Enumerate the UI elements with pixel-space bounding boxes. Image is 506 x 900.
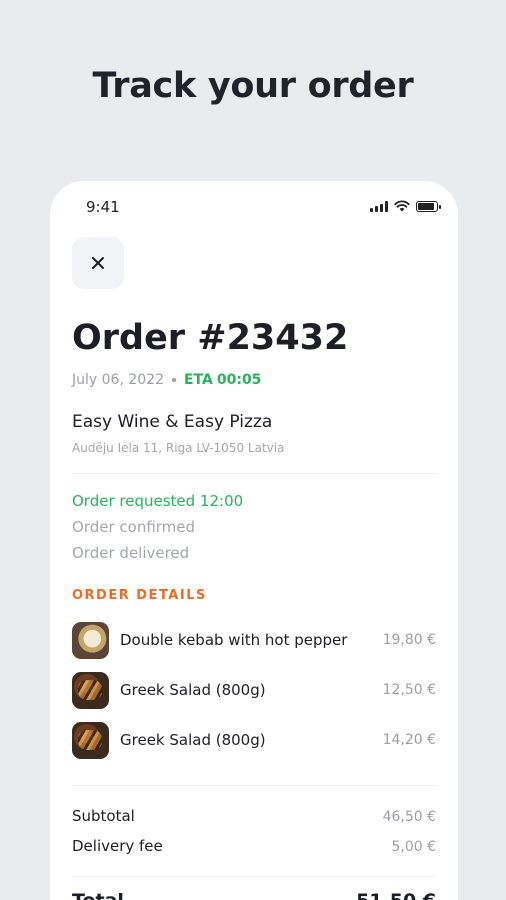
status-icons (370, 200, 441, 212)
status-step-requested: Order requested 12:00 (72, 492, 244, 510)
close-icon (92, 257, 104, 269)
eta-label: ETA (183, 372, 213, 388)
order-eta: ETA 00:05 (184, 372, 261, 388)
battery-icon (416, 200, 441, 212)
order-item[interactable]: Double kebab with hot pepper 19,80 € (72, 621, 436, 659)
item-name: Double kebab with hot pepper (120, 631, 348, 649)
subtotal-value: 46,50 € (382, 809, 436, 825)
order-title: Order #23432 (72, 318, 349, 358)
restaurant-name: Easy Wine & Easy Pizza (72, 412, 273, 432)
wifi-icon (394, 200, 410, 212)
delivery-fee-row: Delivery fee 5,00 € (72, 837, 436, 855)
total-row: Total 51,50 € (72, 890, 436, 900)
eta-time: 00:05 (216, 372, 262, 388)
order-details-label: ORDER DETAILS (72, 588, 207, 603)
order-meta: July 06, 2022 ETA 00:05 (72, 372, 261, 388)
phone-screen: 9:41 Order #23432 July 06, 2022 ETA 00:0… (50, 181, 458, 900)
divider (72, 785, 436, 786)
total-label: Total (72, 890, 124, 900)
status-time: 9:41 (86, 198, 120, 216)
item-name: Greek Salad (800g) (120, 681, 266, 699)
subtotal-row: Subtotal 46,50 € (72, 807, 436, 825)
item-price: 12,50 € (382, 682, 436, 698)
salad-thumbnail (72, 671, 109, 709)
subtotal-label: Subtotal (72, 807, 135, 825)
separator-dot (171, 378, 176, 382)
kebab-thumbnail (72, 621, 109, 659)
order-item[interactable]: Greek Salad (800g) 14,20 € (72, 721, 436, 759)
page-headline: Track your order (92, 66, 414, 106)
status-step-delivered: Order delivered (72, 544, 190, 562)
order-item[interactable]: Greek Salad (800g) 12,50 € (72, 671, 436, 709)
item-price: 14,20 € (382, 732, 436, 748)
order-date: July 06, 2022 (72, 372, 164, 388)
delivery-fee-label: Delivery fee (72, 837, 163, 855)
item-price: 19,80 € (382, 632, 436, 648)
delivery-fee-value: 5,00 € (391, 839, 436, 855)
divider (72, 473, 436, 474)
signal-icon (370, 200, 388, 212)
status-bar: 9:41 (50, 181, 458, 233)
close-button[interactable] (72, 237, 124, 289)
salad-thumbnail (72, 721, 109, 759)
status-step-confirmed: Order confirmed (72, 518, 196, 536)
divider (72, 876, 436, 877)
restaurant-address: Audēju Iela 11, Riga LV-1050 Latvia (72, 441, 285, 455)
item-name: Greek Salad (800g) (120, 731, 266, 749)
total-value: 51,50 € (356, 890, 436, 900)
